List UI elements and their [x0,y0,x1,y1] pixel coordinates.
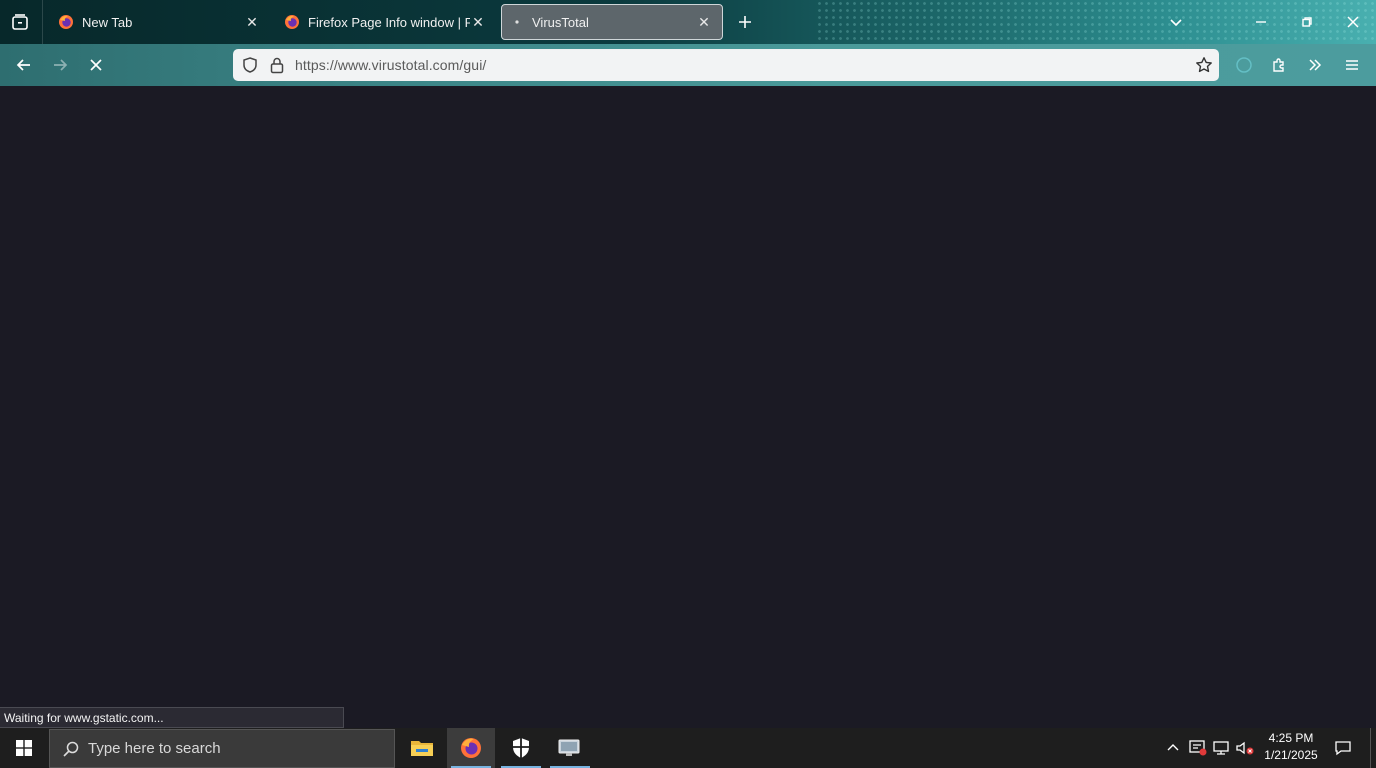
taskbar-search-box[interactable]: Type here to search [49,729,395,768]
security-alert-icon [1189,740,1207,756]
taskbar-file-explorer[interactable] [398,728,446,768]
chevron-up-icon [1167,744,1179,751]
minimize-button[interactable] [1238,0,1284,44]
remote-desktop-icon [558,739,580,756]
url-text[interactable]: https://www.virustotal.com/gui/ [295,57,486,73]
tray-network[interactable] [1210,728,1234,768]
firefox-view-icon [12,14,28,30]
minimize-icon [1256,21,1266,23]
close-window-button[interactable] [1330,0,1376,44]
taskbar-remote-desktop[interactable] [546,728,594,768]
hamburger-menu-icon [1346,60,1358,70]
close-tab-icon[interactable]: ✕ [470,14,486,30]
status-panel: Waiting for www.gstatic.com... [0,707,344,728]
plus-icon [739,16,751,28]
clock-time: 4:25 PM [1268,731,1314,745]
arrow-left-icon [16,59,30,71]
loading-dot-icon [515,20,519,24]
clock-date: 1/21/2025 [1264,748,1318,762]
show-desktop-divider[interactable] [1370,728,1371,768]
lock-icon[interactable] [269,56,285,74]
app-menu-button[interactable] [1334,47,1370,83]
search-icon [63,741,79,757]
search-placeholder: Type here to search [88,740,221,757]
restore-button[interactable] [1284,0,1330,44]
start-button[interactable] [0,728,48,768]
windows-logo-icon [16,740,32,756]
list-all-tabs-button[interactable] [1158,4,1194,40]
action-center-button[interactable] [1330,728,1356,768]
more-tools-button[interactable] [1297,47,1333,83]
close-icon [1347,16,1359,28]
arrow-right-icon [54,59,68,71]
address-bar[interactable]: https://www.virustotal.com/gui/ [233,49,1219,81]
account-icon [1236,57,1252,73]
new-tab-button[interactable] [727,4,763,40]
taskbar-firefox[interactable] [447,728,495,768]
tray-security-alert[interactable] [1186,728,1210,768]
tracking-protection-shield-icon[interactable] [241,56,259,74]
firefox-view-button[interactable] [2,4,38,40]
extensions-button[interactable] [1262,47,1298,83]
tab-new-tab[interactable]: New Tab ✕ [48,4,270,40]
tab-virustotal[interactable]: VirusTotal ✕ [501,4,723,40]
restore-icon [1302,17,1312,27]
firefox-icon [461,738,481,758]
tab-title: New Tab [82,14,133,30]
close-tab-icon[interactable]: ✕ [696,14,712,30]
show-hidden-icons-button[interactable] [1162,728,1184,768]
tray-volume-muted[interactable] [1234,728,1256,768]
file-explorer-icon [411,741,433,756]
page-content [0,86,1376,728]
notification-icon [1335,741,1351,756]
volume-muted-icon [1236,741,1254,755]
tab-title: Firefox Page Info window | Firef [308,14,470,30]
stop-icon [90,59,102,71]
double-chevron-right-icon [1309,59,1322,71]
network-icon [1213,741,1229,755]
chevron-down-icon [1170,19,1182,27]
account-button[interactable] [1226,47,1262,83]
stop-loading-button[interactable] [78,47,114,83]
close-tab-icon[interactable]: ✕ [244,14,260,30]
tab-page-info[interactable]: Firefox Page Info window | Firef ✕ [274,4,496,40]
tab-title: VirusTotal [532,14,589,30]
windows-security-icon [513,738,529,758]
firefox-icon [285,15,299,29]
forward-button[interactable] [42,47,78,83]
puzzle-icon [1273,58,1284,72]
firefox-icon [59,15,73,29]
tab-divider [42,0,43,44]
back-button[interactable] [6,47,42,83]
taskbar-windows-security[interactable] [497,728,545,768]
taskbar-clock[interactable]: 4:25 PM 1/21/2025 [1254,730,1328,766]
bookmark-star-icon[interactable] [1195,56,1213,74]
